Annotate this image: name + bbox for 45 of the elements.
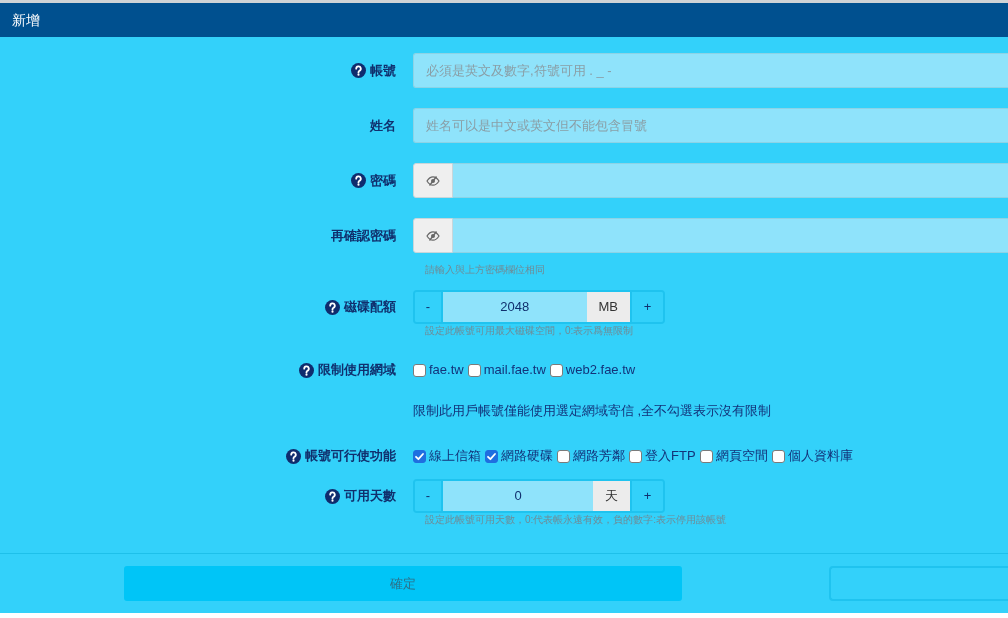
checkbox-label[interactable]: 登入FTP — [645, 446, 696, 466]
checkbox-label[interactable]: 網路硬碟 — [501, 446, 553, 466]
checkbox[interactable] — [413, 363, 426, 377]
checkbox-label[interactable]: fae.tw — [429, 360, 464, 380]
checkbox[interactable] — [413, 449, 426, 463]
checkbox-label[interactable]: web2.fae.tw — [565, 360, 636, 380]
show-password-button[interactable] — [413, 163, 453, 198]
field-label: 限制使用網域 — [318, 361, 396, 380]
checkbox[interactable] — [467, 363, 481, 377]
field-label: 磁碟配額 — [344, 298, 396, 317]
hint-text: 設定此帳號可用天數，0:代表帳永遠有效，負的數字:表示停用該帳號 — [424, 513, 728, 527]
field-label: 再確認密碼 — [331, 226, 396, 245]
checkbox[interactable] — [549, 363, 563, 377]
field-label: 帳號 — [370, 61, 396, 80]
help-icon[interactable] — [325, 488, 340, 504]
window-title: 新增 — [12, 10, 40, 30]
checkbox-label[interactable]: 網頁空間 — [715, 446, 768, 466]
checkbox-label[interactable]: 個人資料庫 — [787, 446, 853, 466]
text-field[interactable]: 必須是英文及數字,符號可用 . _ - — [413, 53, 1008, 88]
help-icon[interactable] — [286, 448, 301, 464]
field-label: 密碼 — [370, 171, 396, 190]
field-label: 可用天數 — [344, 487, 396, 506]
show-password-button[interactable] — [413, 218, 453, 253]
checkbox[interactable] — [699, 449, 713, 463]
text-field[interactable]: 姓名可以是中文或英文但不能包含冒號 — [413, 108, 1008, 143]
field-label: 姓名 — [370, 116, 396, 135]
checkbox-label[interactable]: 網路芳鄰 — [573, 446, 625, 466]
checkbox[interactable] — [771, 449, 785, 463]
hint-text: 請輸入與上方密碼欄位相同 — [424, 263, 546, 277]
checkbox[interactable] — [629, 449, 642, 463]
help-icon[interactable] — [325, 299, 340, 315]
checkbox-label[interactable]: 線上信箱 — [429, 446, 481, 466]
checkbox[interactable] — [557, 449, 570, 463]
checkbox[interactable] — [485, 449, 498, 463]
help-icon[interactable] — [351, 63, 366, 78]
help-icon[interactable] — [351, 173, 366, 188]
help-icon[interactable] — [299, 362, 314, 378]
hint-text: 設定此帳號可用最大磁碟空間，0:表示爲無限制 — [424, 324, 635, 338]
password-field[interactable] — [453, 218, 1008, 253]
field-label: 帳號可行使功能 — [305, 447, 396, 466]
checkbox-label[interactable]: mail.fae.tw — [483, 360, 546, 380]
domain-note: 限制此用戶帳號僅能使用選定網域寄信 ,全不勾選表示沒有限制 — [413, 403, 773, 419]
password-field[interactable] — [453, 163, 1008, 198]
eye-slash-icon — [426, 230, 440, 241]
eye-slash-icon — [426, 175, 440, 186]
